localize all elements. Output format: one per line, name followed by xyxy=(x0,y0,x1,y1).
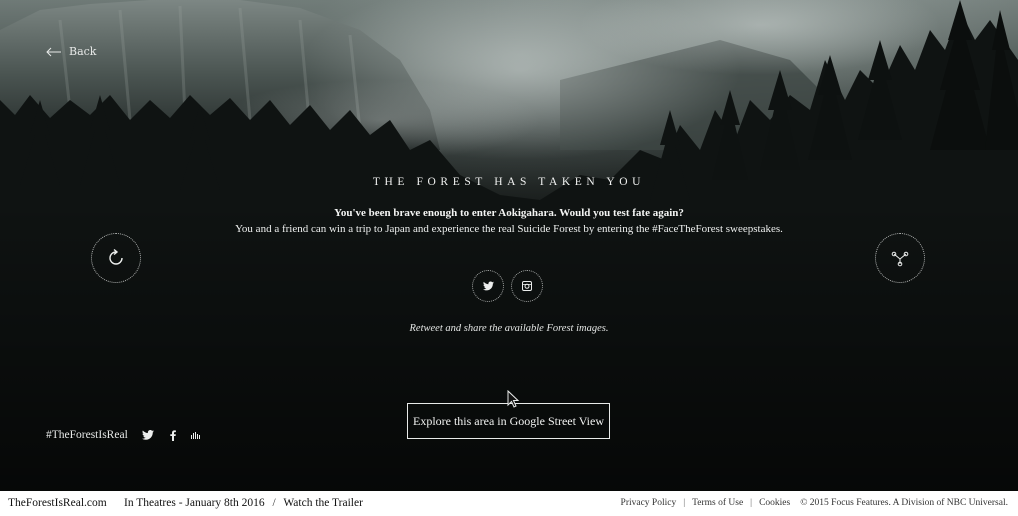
soundcloud-link[interactable] xyxy=(189,428,203,442)
facebook-link[interactable] xyxy=(166,428,180,442)
twitter-link[interactable] xyxy=(141,428,155,442)
twitter-icon xyxy=(142,430,154,440)
cookies-link[interactable]: Cookies xyxy=(759,498,790,508)
footer-divider: | xyxy=(683,498,686,508)
lead-text: You've been brave enough to enter Aokiga… xyxy=(334,207,684,219)
facebook-icon xyxy=(170,429,176,441)
mouse-cursor-icon xyxy=(507,390,520,408)
hashtag-label: #TheForestIsReal xyxy=(46,429,128,441)
refresh-button[interactable] xyxy=(91,233,141,283)
privacy-policy-link[interactable]: Privacy Policy xyxy=(621,498,677,508)
soundcloud-icon xyxy=(191,432,200,439)
copyright-text: © 2015 Focus Features. A Division of NBC… xyxy=(800,498,1008,508)
back-link[interactable]: Back xyxy=(46,45,96,58)
share-hint: Retweet and share the available Forest i… xyxy=(409,323,609,334)
share-network-icon xyxy=(891,251,909,267)
sweepstakes-text: You and a friend can win a trip to Japan… xyxy=(235,223,783,235)
site-name[interactable]: TheForestIsReal.com xyxy=(8,497,107,509)
instagram-share-button[interactable] xyxy=(511,270,543,302)
footer-separator: / xyxy=(272,497,276,509)
share-network-button[interactable] xyxy=(875,233,925,283)
page-headline: THE FOREST HAS TAKEN YOU xyxy=(372,176,646,188)
release-date: In Theatres - January 8th 2016 xyxy=(124,497,265,509)
release-info: In Theatres - January 8th 2016 / Watch t… xyxy=(124,497,363,509)
watch-trailer-link[interactable]: Watch the Trailer xyxy=(283,497,363,509)
footer-links: Privacy Policy | Terms of Use | Cookies … xyxy=(621,498,1008,508)
footer-divider: | xyxy=(750,498,753,508)
twitter-share-button[interactable] xyxy=(472,270,504,302)
instagram-icon xyxy=(522,281,532,291)
back-label: Back xyxy=(69,45,97,58)
footer: TheForestIsReal.com In Theatres - Januar… xyxy=(0,491,1018,516)
hero-background: Back THE FOREST HAS TAKEN YOU You've bee… xyxy=(0,0,1018,491)
twitter-icon xyxy=(482,281,494,291)
arrow-left-icon xyxy=(46,47,61,56)
terms-of-use-link[interactable]: Terms of Use xyxy=(692,498,743,508)
refresh-icon xyxy=(109,248,123,265)
